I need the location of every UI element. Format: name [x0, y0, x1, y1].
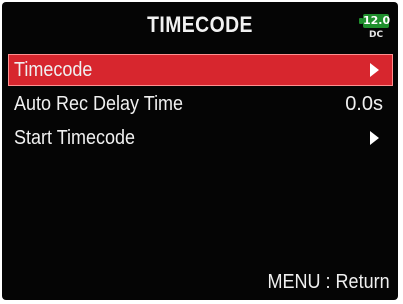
menu-item-timecode[interactable]: Timecode	[8, 54, 393, 86]
menu-list: Timecode Auto Rec Delay Time 0.0s Start …	[8, 54, 393, 156]
menu-item-label: Auto Rec Delay Time	[14, 93, 184, 115]
page-title: TIMECODE	[147, 12, 253, 37]
menu-item-auto-rec-delay-time[interactable]: Auto Rec Delay Time 0.0s	[8, 88, 393, 120]
chevron-right-icon	[370, 131, 379, 145]
menu-item-start-timecode[interactable]: Start Timecode	[8, 122, 393, 154]
menu-item-label: Timecode	[14, 59, 93, 81]
device-screen: TIMECODE 12.0 DC Timecode Auto Rec Delay…	[2, 2, 398, 300]
battery-voltage: 12.0	[363, 14, 391, 27]
menu-item-label: Start Timecode	[14, 127, 136, 149]
menu-item-value: 0.0s	[345, 93, 383, 115]
power-source-label: DC	[369, 30, 384, 40]
title-bar: TIMECODE 12.0 DC	[2, 2, 398, 52]
battery-indicator: 12.0 DC	[359, 14, 391, 44]
return-hint[interactable]: MENU : Return	[268, 271, 390, 294]
chevron-right-icon	[370, 63, 379, 77]
